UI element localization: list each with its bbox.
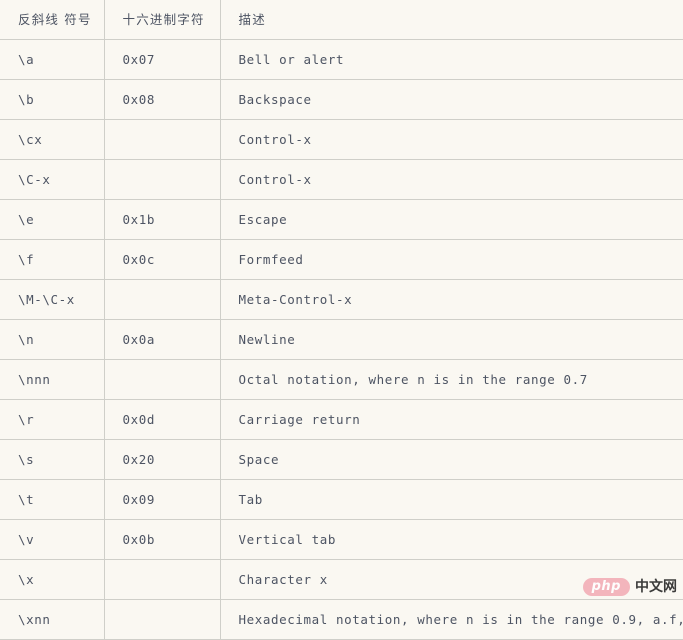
cell-hex-character: 0x1b [104, 199, 221, 240]
table-body: \a 0x07 Bell or alert \b 0x08 Backspace \cx Con… [0, 39, 683, 640]
cell-backslash-symbol: \f [0, 239, 105, 280]
table-row: \cx Control-x [0, 119, 683, 160]
cell-hex-character: 0x08 [104, 79, 221, 120]
cell-backslash-symbol: \cx [0, 119, 105, 160]
cell-hex-character [104, 559, 221, 600]
cell-hex-character: 0x07 [104, 39, 221, 80]
cell-description: Newline [220, 319, 683, 360]
cell-hex-character: 0x0d [104, 399, 221, 440]
cell-description: Formfeed [220, 239, 683, 280]
cell-hex-character [104, 119, 221, 160]
table-header: 反斜线 符号 十六进制字符 描述 [0, 0, 683, 40]
table-row: \M-\C-x Meta-Control-x [0, 279, 683, 320]
cell-description: Bell or alert [220, 39, 683, 80]
cell-backslash-symbol: \x [0, 559, 105, 600]
table-row: \C-x Control-x [0, 159, 683, 200]
cell-backslash-symbol: \r [0, 399, 105, 440]
cell-description: Control-x [220, 159, 683, 200]
cell-backslash-symbol: \xnn [0, 599, 105, 640]
cell-description: Octal notation, where n is in the range … [220, 359, 683, 400]
cell-hex-character [104, 359, 221, 400]
cell-backslash-symbol: \C-x [0, 159, 105, 200]
table-header-row: 反斜线 符号 十六进制字符 描述 [0, 0, 683, 40]
cell-hex-character: 0x0c [104, 239, 221, 280]
cell-description: Vertical tab [220, 519, 683, 560]
table-row: \s 0x20 Space [0, 439, 683, 480]
cell-hex-character: 0x0b [104, 519, 221, 560]
cell-backslash-symbol: \n [0, 319, 105, 360]
table-row: \v 0x0b Vertical tab [0, 519, 683, 560]
cell-description: Control-x [220, 119, 683, 160]
cell-description: Carriage return [220, 399, 683, 440]
cell-hex-character: 0x0a [104, 319, 221, 360]
table-row: \t 0x09 Tab [0, 479, 683, 520]
cell-backslash-symbol: \s [0, 439, 105, 480]
cell-backslash-symbol: \v [0, 519, 105, 560]
table-row: \e 0x1b Escape [0, 199, 683, 240]
cell-backslash-symbol: \a [0, 39, 105, 80]
cell-description: Backspace [220, 79, 683, 120]
cell-hex-character: 0x09 [104, 479, 221, 520]
escape-sequences-table: 反斜线 符号 十六进制字符 描述 \a 0x07 Bell or alert \b 0x… [0, 0, 683, 640]
cell-description: Space [220, 439, 683, 480]
cell-description: Character x [220, 559, 683, 600]
table-row: \r 0x0d Carriage return [0, 399, 683, 440]
cell-description: Escape [220, 199, 683, 240]
table-row: \f 0x0c Formfeed [0, 239, 683, 280]
cell-backslash-symbol: \M-\C-x [0, 279, 105, 320]
cell-description: Hexadecimal notation, where n is in the … [220, 599, 683, 640]
column-header-backslash: 反斜线 符号 [0, 0, 105, 40]
cell-backslash-symbol: \t [0, 479, 105, 520]
cell-backslash-symbol: \b [0, 79, 105, 120]
column-header-description: 描述 [220, 0, 683, 40]
table-row: \nnn Octal notation, where n is in the ra… [0, 359, 683, 400]
cell-hex-character [104, 279, 221, 320]
table-row: \a 0x07 Bell or alert [0, 39, 683, 80]
table-row: \xnn Hexadecimal notation, where n is in … [0, 599, 683, 640]
table-row: \b 0x08 Backspace [0, 79, 683, 120]
cell-description: Meta-Control-x [220, 279, 683, 320]
cell-hex-character: 0x20 [104, 439, 221, 480]
cell-hex-character [104, 159, 221, 200]
cell-backslash-symbol: \e [0, 199, 105, 240]
column-header-hex: 十六进制字符 [104, 0, 221, 40]
cell-description: Tab [220, 479, 683, 520]
cell-backslash-symbol: \nnn [0, 359, 105, 400]
table-row: \x Character x [0, 559, 683, 600]
cell-hex-character [104, 599, 221, 640]
table-row: \n 0x0a Newline [0, 319, 683, 360]
